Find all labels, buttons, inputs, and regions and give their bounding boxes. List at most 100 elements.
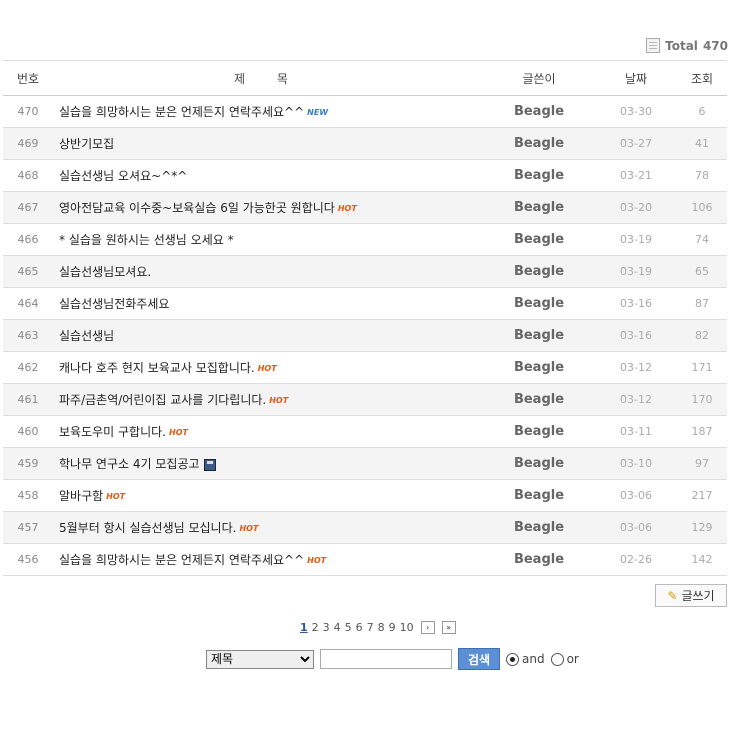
post-title-link[interactable]: 파주/금촌역/어린이집 교사를 기다립니다. — [59, 393, 266, 407]
table-row: 470 실습을 희망하시는 분은 언제든지 연락주세요^^ NEW Beagle 03-… — [3, 95, 727, 128]
post-date: 03-30 — [595, 95, 677, 128]
post-title-cell: 실습선생님 오셔요~^*^ — [53, 159, 483, 192]
post-title-cell: 5월부터 항시 실습선생님 모십니다. HOT — [53, 511, 483, 544]
post-number: 458 — [3, 479, 53, 512]
attachment-icon — [203, 458, 216, 471]
page-link[interactable]: 5 — [345, 621, 352, 634]
post-title-link[interactable]: 실습선생님전화주세요 — [59, 297, 169, 311]
post-writer[interactable]: Beagle — [483, 287, 595, 320]
post-views: 187 — [677, 415, 727, 448]
post-writer[interactable]: Beagle — [483, 191, 595, 224]
post-date: 03-16 — [595, 319, 677, 352]
search-bar: 제목 검색 and or — [206, 648, 579, 670]
post-number: 466 — [3, 223, 53, 256]
search-input[interactable] — [320, 649, 452, 669]
post-writer[interactable]: Beagle — [483, 351, 595, 384]
hot-badge: HOT — [269, 396, 289, 405]
post-writer[interactable]: Beagle — [483, 447, 595, 480]
page-link[interactable]: 10 — [400, 621, 414, 634]
post-title-cell: 영아전담교육 이수중~보육실습 6일 가능한곳 원합니다 HOT — [53, 191, 483, 224]
post-views: 217 — [677, 479, 727, 512]
post-title-link[interactable]: 실습선생님모셔요. — [59, 265, 151, 279]
post-number: 465 — [3, 255, 53, 288]
post-views: 106 — [677, 191, 727, 224]
post-views: 74 — [677, 223, 727, 256]
post-number: 462 — [3, 351, 53, 384]
post-views: 129 — [677, 511, 727, 544]
post-writer[interactable]: Beagle — [483, 319, 595, 352]
post-writer[interactable]: Beagle — [483, 223, 595, 256]
post-title-link[interactable]: 캐나다 호주 현지 보육교사 모집합니다. — [59, 361, 255, 375]
post-date: 02-26 — [595, 543, 677, 576]
post-title-cell: 실습선생님전화주세요 — [53, 287, 483, 320]
post-title-link[interactable]: 실습을 희망하시는 분은 언제든지 연락주세요^^ — [59, 105, 304, 119]
post-views: 142 — [677, 543, 727, 576]
total-number: 470 — [702, 38, 728, 53]
next-page-icon[interactable]: › — [420, 621, 435, 634]
post-title-cell: 파주/금촌역/어린이집 교사를 기다립니다. HOT — [53, 383, 483, 416]
post-writer[interactable]: Beagle — [483, 415, 595, 448]
post-writer[interactable]: Beagle — [483, 159, 595, 192]
post-title-link[interactable]: 보육도우미 구합니다. — [59, 425, 166, 439]
post-title-cell: * 실습을 원하시는 선생님 오세요 * — [53, 223, 483, 256]
page-link[interactable]: 8 — [378, 621, 385, 634]
post-title-link[interactable]: 실습을 희망하시는 분은 언제든지 연락주세요^^ — [59, 553, 304, 567]
post-number: 467 — [3, 191, 53, 224]
post-title-link[interactable]: 실습선생님 — [59, 329, 114, 343]
post-writer[interactable]: Beagle — [483, 511, 595, 544]
post-views: 87 — [677, 287, 727, 320]
page-link[interactable]: 2 — [312, 621, 319, 634]
header-date: 날짜 — [595, 60, 677, 96]
table-row: 459 학나무 연구소 4기 모집공고 Beagle 03-10 97 — [3, 447, 727, 480]
post-title-cell: 알바구함 HOT — [53, 479, 483, 512]
page-link[interactable]: 6 — [356, 621, 363, 634]
table-row: 461 파주/금촌역/어린이집 교사를 기다립니다. HOT Beagle 03-12 1… — [3, 383, 727, 416]
page-link[interactable]: 3 — [323, 621, 330, 634]
table-row: 463 실습선생님 Beagle 03-16 82 — [3, 319, 727, 352]
radio-and-indicator[interactable] — [506, 652, 519, 666]
radio-or-indicator[interactable] — [550, 652, 564, 666]
page-link[interactable]: 9 — [389, 621, 396, 634]
header-title: 제 목 — [53, 60, 483, 96]
table-row: 467 영아전담교육 이수중~보육실습 6일 가능한곳 원합니다 HOT Beagle… — [3, 191, 727, 224]
post-title-link[interactable]: 영아전담교육 이수중~보육실습 6일 가능한곳 원합니다 — [59, 201, 335, 215]
page-link[interactable]: 1 — [300, 621, 308, 634]
board-table: 번호 제 목 글쓴이 날짜 조회 470 실습을 희망하시는 분은 언제든지 연락… — [3, 60, 727, 576]
post-number: 459 — [3, 447, 53, 480]
post-views: 171 — [677, 351, 727, 384]
table-row: 462 캐나다 호주 현지 보육교사 모집합니다. HOT Beagle 03-12 17… — [3, 351, 727, 384]
radio-and-label: and — [522, 652, 545, 666]
post-date: 03-20 — [595, 191, 677, 224]
post-title-link[interactable]: 5월부터 항시 실습선생님 모십니다. — [59, 521, 236, 535]
post-title-link[interactable]: 실습선생님 오셔요~^*^ — [59, 169, 187, 183]
post-date: 03-21 — [595, 159, 677, 192]
post-title-link[interactable]: 상반기모집 — [59, 137, 114, 151]
post-number: 456 — [3, 543, 53, 576]
post-number: 457 — [3, 511, 53, 544]
post-title-link[interactable]: 알바구함 — [59, 489, 103, 503]
radio-and[interactable]: and — [506, 652, 545, 666]
post-writer[interactable]: Beagle — [483, 127, 595, 160]
post-views: 41 — [677, 127, 727, 160]
post-writer[interactable]: Beagle — [483, 479, 595, 512]
search-field-select[interactable]: 제목 — [206, 649, 314, 669]
last-page-icon[interactable]: » — [441, 621, 456, 634]
post-views: 65 — [677, 255, 727, 288]
total-count: Total 470 — [646, 38, 728, 53]
table-row: 464 실습선생님전화주세요 Beagle 03-16 87 — [3, 287, 727, 320]
post-title-link[interactable]: * 실습을 원하시는 선생님 오세요 * — [59, 233, 234, 247]
search-button[interactable]: 검색 — [458, 648, 500, 670]
page-link[interactable]: 7 — [367, 621, 374, 634]
post-writer[interactable]: Beagle — [483, 95, 595, 128]
table-row: 460 보육도우미 구합니다. HOT Beagle 03-11 187 — [3, 415, 727, 448]
post-date: 03-06 — [595, 511, 677, 544]
write-button[interactable]: ✎ 글쓰기 — [655, 584, 727, 607]
post-title-link[interactable]: 학나무 연구소 4기 모집공고 — [59, 457, 200, 471]
post-writer[interactable]: Beagle — [483, 543, 595, 576]
post-title-cell: 실습선생님모셔요. — [53, 255, 483, 288]
post-writer[interactable]: Beagle — [483, 383, 595, 416]
post-writer[interactable]: Beagle — [483, 255, 595, 288]
radio-or[interactable]: or — [550, 652, 579, 666]
page-link[interactable]: 4 — [334, 621, 341, 634]
new-badge: NEW — [307, 108, 329, 117]
